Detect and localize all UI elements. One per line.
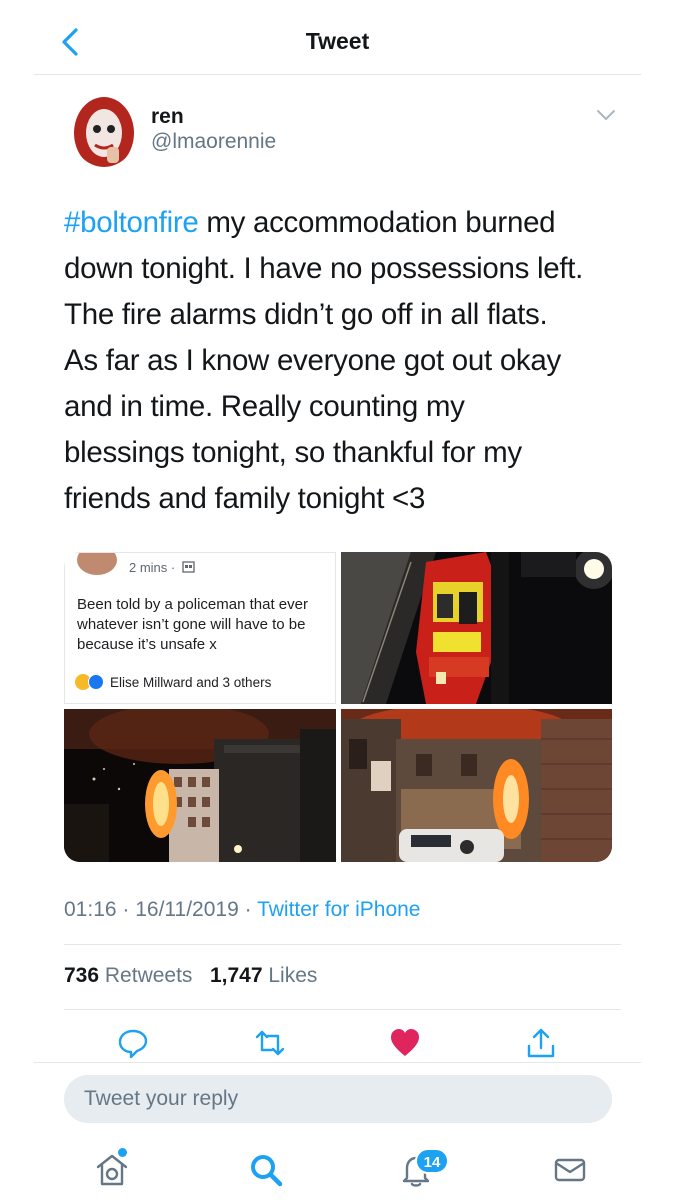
tweet-line: down tonight. I have no possessions left… bbox=[64, 252, 584, 285]
retweets-stat[interactable]: 736 Retweets bbox=[64, 964, 192, 987]
reply-input[interactable] bbox=[64, 1075, 612, 1123]
screenshot-reactions: Elise Millward and 3 others bbox=[75, 674, 271, 690]
hashtag-link[interactable]: #boltonfire bbox=[64, 206, 199, 239]
home-icon[interactable] bbox=[92, 1150, 132, 1190]
tweet-line: The fire alarms didn’t go off in all fla… bbox=[64, 298, 548, 331]
reply-icon[interactable] bbox=[116, 1026, 150, 1060]
search-icon[interactable] bbox=[246, 1150, 286, 1190]
screenshot-line: whatever isn’t gone will have to be bbox=[77, 616, 306, 633]
likes-stat[interactable]: 1,747 Likes bbox=[210, 964, 317, 987]
tweet-line: my accommodation burned bbox=[198, 206, 556, 239]
tweet-stats: 736 Retweets 1,747 Likes bbox=[64, 964, 317, 988]
avatar[interactable] bbox=[71, 93, 137, 167]
author-handle[interactable]: @lmaorennie bbox=[151, 130, 276, 154]
media-image-fire-building[interactable] bbox=[64, 709, 336, 862]
header-divider bbox=[34, 74, 641, 75]
chevron-down-icon[interactable] bbox=[595, 107, 617, 123]
screenshot-avatar bbox=[77, 553, 117, 575]
reaction-icons bbox=[75, 674, 104, 690]
separator: · bbox=[238, 898, 258, 921]
tweet-line: friends and family tonight <3 bbox=[64, 482, 426, 515]
media-image-screenshot[interactable]: 2 mins · Been told by a policeman that e… bbox=[64, 552, 336, 704]
media-grid: 2 mins · Been told by a policeman that e… bbox=[64, 552, 612, 862]
share-icon[interactable] bbox=[524, 1026, 558, 1060]
page-title: Tweet bbox=[305, 28, 370, 54]
tweet-timestamp: 01:16 · 16/11/2019 · Twitter for iPhone bbox=[64, 898, 420, 922]
divider bbox=[64, 1009, 621, 1010]
top-nav-bar: Tweet bbox=[0, 0, 675, 75]
tweet-line: As far as I know everyone got out okay bbox=[64, 344, 561, 377]
reaction-names: Elise Millward and 3 others bbox=[110, 674, 272, 690]
notifications-badge: 14 bbox=[415, 1148, 449, 1174]
screenshot-line: Been told by a policeman that ever bbox=[77, 596, 308, 613]
heart-icon[interactable] bbox=[388, 1026, 422, 1060]
retweet-icon[interactable] bbox=[253, 1026, 287, 1060]
bottom-tab-bar: 14 bbox=[0, 1140, 675, 1200]
author-name[interactable]: ren bbox=[151, 105, 184, 129]
tweet-text: #boltonfire my accommodation burned down… bbox=[64, 200, 624, 522]
new-tweets-dot bbox=[118, 1148, 127, 1157]
like-reaction-icon bbox=[88, 674, 104, 690]
divider bbox=[64, 944, 621, 945]
tweet-line: and in time. Really counting my bbox=[64, 390, 465, 423]
screenshot-meta: 2 mins · bbox=[129, 560, 195, 575]
media-image-fire-street[interactable] bbox=[341, 709, 612, 862]
screenshot-line: because it’s unsafe x bbox=[77, 636, 217, 653]
tweet-source-link[interactable]: Twitter for iPhone bbox=[257, 898, 420, 921]
screenshot-text: Been told by a policeman that ever whate… bbox=[77, 595, 335, 655]
retweets-label: Retweets bbox=[104, 964, 193, 987]
privacy-icon bbox=[182, 561, 195, 573]
divider bbox=[34, 1062, 641, 1063]
tweet-date: 16/11/2019 bbox=[135, 898, 239, 921]
tweet-time: 01:16 bbox=[64, 898, 117, 921]
tweet-line: blessings tonight, so thankful for my bbox=[64, 436, 522, 469]
retweets-count: 736 bbox=[64, 964, 100, 987]
screenshot-time: 2 mins · bbox=[129, 560, 176, 575]
tweet-author: ren @lmaorennie bbox=[65, 93, 625, 173]
separator: · bbox=[116, 898, 136, 921]
tweet-actions bbox=[0, 1022, 675, 1062]
likes-label: Likes bbox=[268, 964, 318, 987]
likes-count: 1,747 bbox=[209, 964, 263, 987]
mail-icon[interactable] bbox=[550, 1150, 590, 1190]
media-image-fire-engine[interactable] bbox=[341, 552, 612, 704]
